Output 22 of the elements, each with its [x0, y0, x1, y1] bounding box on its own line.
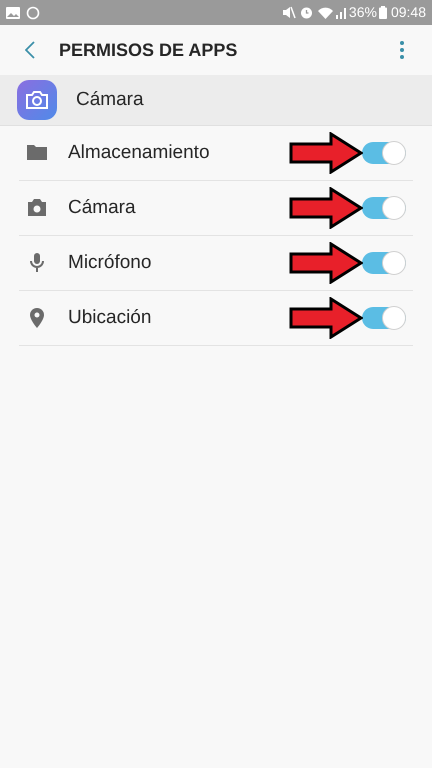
camera-icon	[26, 197, 48, 219]
app-name: Cámara	[76, 88, 144, 112]
wifi-icon	[318, 6, 333, 18]
permission-label: Cámara	[68, 196, 136, 220]
clock: 09:48	[390, 3, 426, 22]
more-options-icon	[400, 41, 404, 59]
back-icon	[25, 41, 35, 59]
permission-label: Ubicación	[68, 306, 152, 330]
picture-icon	[6, 6, 20, 18]
permission-label: Micrófono	[68, 250, 152, 275]
battery-percentage: 36%	[348, 3, 377, 22]
camera-app-icon	[17, 80, 57, 120]
permission-label: Almacenamiento	[68, 140, 210, 165]
permission-toggle[interactable]	[362, 307, 406, 329]
permission-toggle[interactable]	[362, 142, 406, 164]
permission-toggle[interactable]	[362, 252, 406, 274]
permission-toggle[interactable]	[362, 197, 406, 219]
battery-icon	[378, 6, 387, 19]
alarm-icon	[300, 6, 313, 19]
mute-icon	[282, 6, 296, 19]
screen-title: PERMISOS DE APPS	[59, 38, 238, 62]
signal-icon	[336, 6, 346, 18]
